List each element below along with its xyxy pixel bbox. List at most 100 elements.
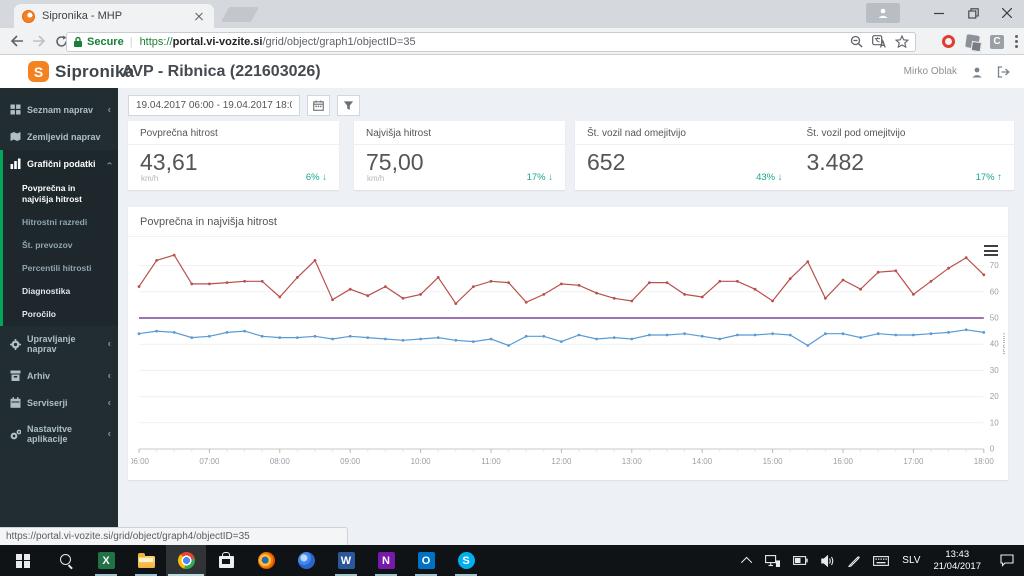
back-button[interactable] — [8, 32, 26, 50]
sidebar-subitem-diagnostika[interactable]: Diagnostika — [3, 280, 118, 303]
taskbar-outlook-button[interactable]: O — [406, 545, 446, 576]
taskbar-onenote-button[interactable]: N — [366, 545, 406, 576]
chevron-left-icon: ‹ — [107, 370, 111, 382]
sidebar-subitem-percentili-hitrosti[interactable]: Percentili hitrosti — [3, 257, 118, 280]
sidebar-subitem-poro-ilo[interactable]: Poročilo — [3, 303, 118, 326]
taskbar-excel-button[interactable]: X — [86, 545, 126, 576]
windows-taskbar: X W N O S SLV 13:43 21/04/2017 — [0, 545, 1024, 576]
taskbar-google-earth-button[interactable] — [286, 545, 326, 576]
screen: Sipronika - MHP Secure | https://portal.… — [0, 0, 1024, 576]
outlook-icon: O — [417, 552, 435, 569]
sidebar-item-seznam-naprav[interactable]: Seznam naprav ‹ — [0, 96, 118, 123]
bar-chart-icon — [10, 158, 21, 169]
window-minimize-button[interactable] — [922, 0, 956, 26]
sidebar-item-arhiv[interactable]: Arhiv ‹ — [0, 362, 118, 389]
action-center-icon[interactable] — [1000, 554, 1014, 567]
taskbar-chrome-button[interactable] — [166, 545, 206, 576]
user-name[interactable]: Mirko Oblak — [904, 66, 957, 77]
stat-value: 3.482 — [806, 149, 865, 175]
taskbar-word-button[interactable]: W — [326, 545, 366, 576]
window-close-button[interactable] — [990, 0, 1024, 26]
calendar-icon — [10, 397, 21, 409]
sidebar-group-zemljevid-naprav: Zemljevid naprav — [0, 123, 118, 150]
skype-icon: S — [457, 552, 475, 569]
sidebar-group-upravljanje-naprav: Upravljanje naprav ‹ — [0, 326, 118, 362]
translate-icon[interactable] — [872, 35, 886, 48]
tab-title: Sipronika - MHP — [42, 10, 123, 22]
browser-tabstrip: Sipronika - MHP — [0, 0, 1024, 28]
stat-value: 75,00 — [366, 149, 424, 175]
taskbar-skype-button[interactable]: S — [446, 545, 486, 576]
stat-label: Št. vozil nad omejitvijo — [575, 121, 795, 145]
person-icon — [878, 8, 888, 18]
chevron-left-icon: ‹ — [107, 397, 111, 409]
extension-opera-icon[interactable] — [942, 35, 955, 48]
sidebar-item-upravljanje-naprav[interactable]: Upravljanje naprav ‹ — [0, 326, 118, 362]
volume-icon[interactable] — [821, 554, 835, 567]
sidebar-subitem-povpre-na-in-najvi-ja-hitrost[interactable]: Povprečna in najvišja hitrost — [3, 177, 118, 211]
svg-text:10: 10 — [990, 418, 999, 427]
tray-clock[interactable]: 13:43 21/04/2017 — [933, 549, 981, 573]
stat-label: Št. vozil pod omejitvijo — [794, 121, 1014, 145]
secure-label[interactable]: Secure — [87, 36, 124, 48]
bookmark-star-icon[interactable] — [895, 35, 909, 48]
svg-text:40: 40 — [990, 340, 999, 349]
svg-text:17:00: 17:00 — [903, 457, 924, 466]
new-tab-button[interactable] — [221, 7, 259, 22]
svg-text:06:00: 06:00 — [131, 457, 150, 466]
taskbar-file-explorer-button[interactable] — [126, 545, 166, 576]
stat-change-badge: 6% ↓ — [305, 172, 327, 183]
logo-icon: S — [28, 61, 49, 82]
onenote-icon: N — [377, 552, 395, 569]
battery-icon[interactable] — [793, 556, 808, 565]
sidebar-group-grafi-ni-podatki: Grafični podatki ‹ Povprečna in najvišja h… — [0, 150, 118, 327]
filter-button[interactable] — [337, 95, 360, 116]
google-earth-icon — [297, 552, 315, 569]
date-range-input[interactable] — [128, 95, 300, 116]
gears-icon — [10, 429, 22, 440]
keyboard-icon[interactable] — [873, 555, 890, 566]
taskbar-search-button[interactable] — [46, 545, 86, 576]
svg-text:12:00: 12:00 — [551, 457, 572, 466]
stat-change-badge: 17% ↓ — [526, 172, 553, 183]
stat-card-t-vozil-pod-omejitvijo: Št. vozil pod omejitvijo 3.482 17% ↑ — [794, 121, 1014, 190]
pen-icon[interactable] — [848, 555, 860, 567]
browser-tab[interactable]: Sipronika - MHP — [14, 4, 214, 28]
calendar-button[interactable] — [307, 95, 330, 116]
tray-chevron-up-icon[interactable] — [741, 556, 753, 568]
network-icon[interactable] — [765, 554, 781, 567]
sidebar-subitem-hitrostni-razredi[interactable]: Hitrostni razredi — [3, 211, 118, 234]
stat-change-badge: 43% ↓ — [756, 172, 783, 183]
taskbar-start-button[interactable] — [0, 545, 46, 576]
firefox-icon — [257, 552, 275, 569]
extension-c-icon[interactable]: C — [990, 34, 1004, 49]
sidebar-subitem-t-prevozov[interactable]: Št. prevozov — [3, 234, 118, 257]
chevron-left-icon: ‹ — [107, 338, 111, 350]
taskbar-firefox-button[interactable] — [246, 545, 286, 576]
sidebar-item-zemljevid-naprav[interactable]: Zemljevid naprav — [0, 123, 118, 150]
speed-chart: 06:00 07:00 08:00 09:00 10:00 11:00 12:00 13:00… — [131, 253, 1005, 466]
tray-language[interactable]: SLV — [902, 555, 920, 566]
browser-menu-icon[interactable] — [1015, 35, 1018, 48]
window-restore-button[interactable] — [956, 0, 990, 26]
chevron-left-icon: ‹ — [107, 428, 111, 440]
address-bar[interactable]: Secure | https://portal.vi-vozite.si/gri… — [66, 31, 916, 52]
taskbar-store-button[interactable] — [206, 545, 246, 576]
file-explorer-icon — [137, 553, 155, 568]
sidebar-item-grafi-ni-podatki[interactable]: Grafični podatki ‹ — [3, 150, 118, 177]
sidebar-group-arhiv: Arhiv ‹ — [0, 362, 118, 389]
sidebar-item-nastavitve-aplikacije[interactable]: Nastavitve aplikacije ‹ — [0, 416, 118, 452]
stat-card-t-vozil-nad-omejitvijo: Št. vozil nad omejitvijo 652 43% ↓ — [575, 121, 795, 190]
url-host: portal.vi-vozite.si — [172, 35, 263, 48]
sidebar-item-serviserji[interactable]: Serviserji ‹ — [0, 389, 118, 416]
sidebar-item-label: Nastavitve aplikacije — [27, 424, 73, 445]
browser-profile-avatar[interactable] — [866, 3, 900, 23]
zoom-icon[interactable] — [850, 35, 863, 48]
chart-panel: Povprečna in najvišja hitrost 06:00 07:00… — [128, 207, 1008, 480]
tab-close-icon[interactable] — [192, 9, 206, 23]
gear-icon — [10, 338, 21, 350]
forward-button[interactable] — [30, 32, 48, 50]
extension-avast-icon[interactable] — [965, 34, 980, 49]
logout-icon[interactable] — [997, 65, 1010, 78]
user-icon[interactable] — [971, 66, 983, 78]
